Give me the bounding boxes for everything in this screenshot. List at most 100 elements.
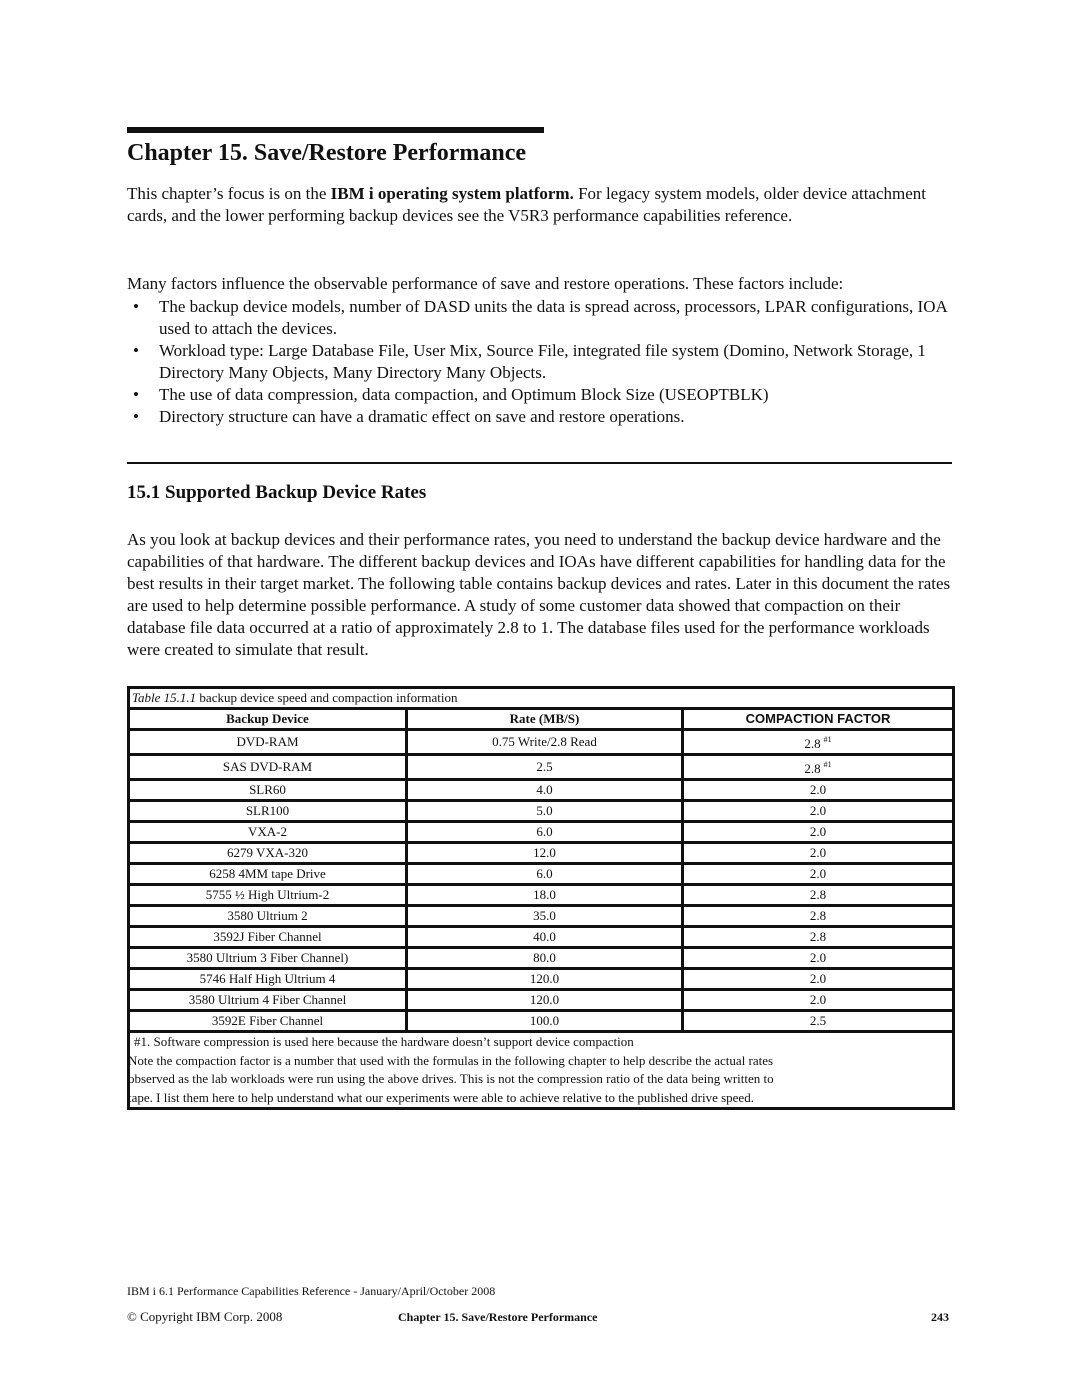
- cell-rate-text: 120.0: [529, 971, 560, 986]
- table-note: tape. I list them here to help understan…: [130, 1089, 754, 1105]
- cell-factor-text: 2.0: [809, 782, 827, 797]
- table-notes: #1. Software compression is used here be…: [130, 1033, 952, 1107]
- list-item: • The backup device models, number of DAS…: [127, 296, 957, 340]
- cell-rate-text: 5.0: [536, 803, 553, 818]
- table-row: 3592E Fiber Channel 100.0 2.5: [130, 1012, 952, 1033]
- cell-rate: 120.0: [405, 970, 681, 991]
- cell-rate: 6.0: [405, 823, 681, 844]
- bullet-icon: •: [133, 341, 139, 360]
- cell-device-text: 5755 ½ High Ultrium-2: [205, 887, 330, 902]
- footer-chapter: Chapter 15. Save/Restore Performance: [398, 1310, 598, 1324]
- list-item: • The use of data compression, data compa…: [127, 384, 957, 406]
- cell-device: SLR60: [130, 781, 405, 802]
- table-row: 3580 Ultrium 3 Fiber Channel) 80.0 2.0: [130, 949, 952, 970]
- list-item: • Directory structure can have a dramatic…: [127, 406, 957, 428]
- table-row: 5755 ½ High Ultrium-2 18.0 2.8: [130, 886, 952, 907]
- table-caption-text: backup device speed and compaction infor…: [196, 690, 458, 705]
- cell-rate-text: 6.0: [536, 824, 553, 839]
- intro-paragraph: This chapter’s focus is on the IBM i ope…: [127, 183, 957, 227]
- section-paragraph: As you look at backup devices and their …: [127, 530, 951, 659]
- cell-factor-text: 2.8: [809, 908, 827, 923]
- list-item-text: Workload type: Large Database File, User…: [159, 341, 926, 382]
- cell-device-text: 3580 Ultrium 3 Fiber Channel): [186, 950, 349, 965]
- table-row: SAS DVD-RAM 2.5 2.8 #1: [130, 756, 952, 781]
- footnote-marker: #1: [823, 735, 832, 744]
- chapter-top-rule: [127, 127, 544, 133]
- cell-device: SAS DVD-RAM: [130, 756, 405, 781]
- cell-factor: 2.0: [681, 970, 952, 991]
- cell-factor: 2.8: [681, 886, 952, 907]
- footer-doc-title: IBM i 6.1 Performance Capabilities Refer…: [127, 1284, 496, 1298]
- cell-device-text: 6279 VXA-320: [226, 845, 308, 860]
- cell-factor-text: 2.0: [809, 824, 827, 839]
- factors-list: • The backup device models, number of DAS…: [127, 296, 957, 428]
- cell-device: DVD-RAM: [130, 731, 405, 756]
- cell-rate-text: 6.0: [536, 866, 553, 881]
- cell-rate-text: 12.0: [533, 845, 556, 860]
- cell-device: 3580 Ultrium 4 Fiber Channel: [130, 991, 405, 1012]
- cell-factor: 2.8: [681, 907, 952, 928]
- table-row: VXA-2 6.0 2.0: [130, 823, 952, 844]
- table-row: DVD-RAM 0.75 Write/2.8 Read 2.8 #1: [130, 731, 952, 756]
- cell-rate: 4.0: [405, 781, 681, 802]
- cell-device: 5746 Half High Ultrium 4: [130, 970, 405, 991]
- cell-rate-text: 120.0: [529, 992, 560, 1007]
- header-compaction-factor: COMPACTION FACTOR: [681, 710, 952, 731]
- table-row: 3580 Ultrium 4 Fiber Channel 120.0 2.0: [130, 991, 952, 1012]
- cell-factor-text: 2.0: [809, 866, 827, 881]
- table-row: 6279 VXA-320 12.0 2.0: [130, 844, 952, 865]
- cell-device-text: 3592J Fiber Channel: [213, 929, 322, 944]
- cell-factor: 2.8: [681, 928, 952, 949]
- rates-table: Table 15.1.1 backup device speed and com…: [127, 686, 955, 1110]
- cell-device-text: SLR60: [249, 782, 286, 797]
- table-row: 3580 Ultrium 2 35.0 2.8: [130, 907, 952, 928]
- cell-rate: 6.0: [405, 865, 681, 886]
- cell-device-text: 5746 Half High Ultrium 4: [199, 971, 336, 986]
- footer-copyright: © Copyright IBM Corp. 2008: [127, 1309, 282, 1325]
- cell-factor: 2.8 #1: [681, 731, 952, 756]
- cell-rate-text: 100.0: [529, 1013, 560, 1028]
- cell-rate-text: 0.75 Write/2.8 Read: [492, 734, 597, 749]
- cell-device-text: 3580 Ultrium 2: [227, 908, 308, 923]
- list-item: • Workload type: Large Database File, Use…: [127, 340, 957, 384]
- copyright-icon: ©: [127, 1309, 137, 1324]
- table-note: Note the compaction factor is a number t…: [130, 1052, 774, 1068]
- cell-factor-text: 2.8: [804, 736, 821, 751]
- table-row: 3592J Fiber Channel 40.0 2.8: [130, 928, 952, 949]
- cell-device: 3592E Fiber Channel: [130, 1012, 405, 1033]
- page-number: 243: [931, 1310, 949, 1324]
- cell-rate: 40.0: [405, 928, 681, 949]
- cell-factor: 2.0: [681, 802, 952, 823]
- cell-device: 3592J Fiber Channel: [130, 928, 405, 949]
- cell-factor-text: 2.0: [809, 971, 827, 986]
- cell-device-text: 3592E Fiber Channel: [211, 1013, 324, 1028]
- cell-factor: 2.0: [681, 949, 952, 970]
- table-row: SLR100 5.0 2.0: [130, 802, 952, 823]
- cell-device-text: VXA-2: [248, 824, 287, 839]
- cell-rate-text: 2.5: [536, 759, 553, 774]
- cell-factor-text: 2.0: [809, 950, 827, 965]
- table-note: #1. Software compression is used here be…: [134, 1034, 634, 1049]
- list-item-text: Directory structure can have a dramatic …: [159, 407, 685, 426]
- cell-factor-text: 2.0: [809, 803, 827, 818]
- table-caption-label: Table 15.1.1: [132, 690, 197, 705]
- cell-rate: 5.0: [405, 802, 681, 823]
- cell-rate: 80.0: [405, 949, 681, 970]
- cell-rate: 120.0: [405, 991, 681, 1012]
- bullet-icon: •: [133, 407, 139, 426]
- cell-device: SLR100: [130, 802, 405, 823]
- cell-rate: 2.5: [405, 756, 681, 781]
- copyright-text: Copyright IBM Corp. 2008: [136, 1309, 283, 1324]
- cell-rate-text: 80.0: [533, 950, 556, 965]
- cell-factor: 2.5: [681, 1012, 952, 1033]
- intro-bold: IBM i operating system platform.: [330, 184, 574, 203]
- cell-rate-text: 40.0: [533, 929, 556, 944]
- cell-rate-text: 4.0: [536, 782, 553, 797]
- factors-lead: Many factors influence the observable pe…: [127, 274, 844, 293]
- table-row: 6258 4MM tape Drive 6.0 2.0: [130, 865, 952, 886]
- bullet-icon: •: [133, 297, 139, 316]
- section-rule: [127, 462, 952, 464]
- cell-rate: 0.75 Write/2.8 Read: [405, 731, 681, 756]
- chapter-title: Chapter 15. Save/Restore Performance: [127, 140, 526, 166]
- cell-device-text: SAS DVD-RAM: [222, 759, 313, 774]
